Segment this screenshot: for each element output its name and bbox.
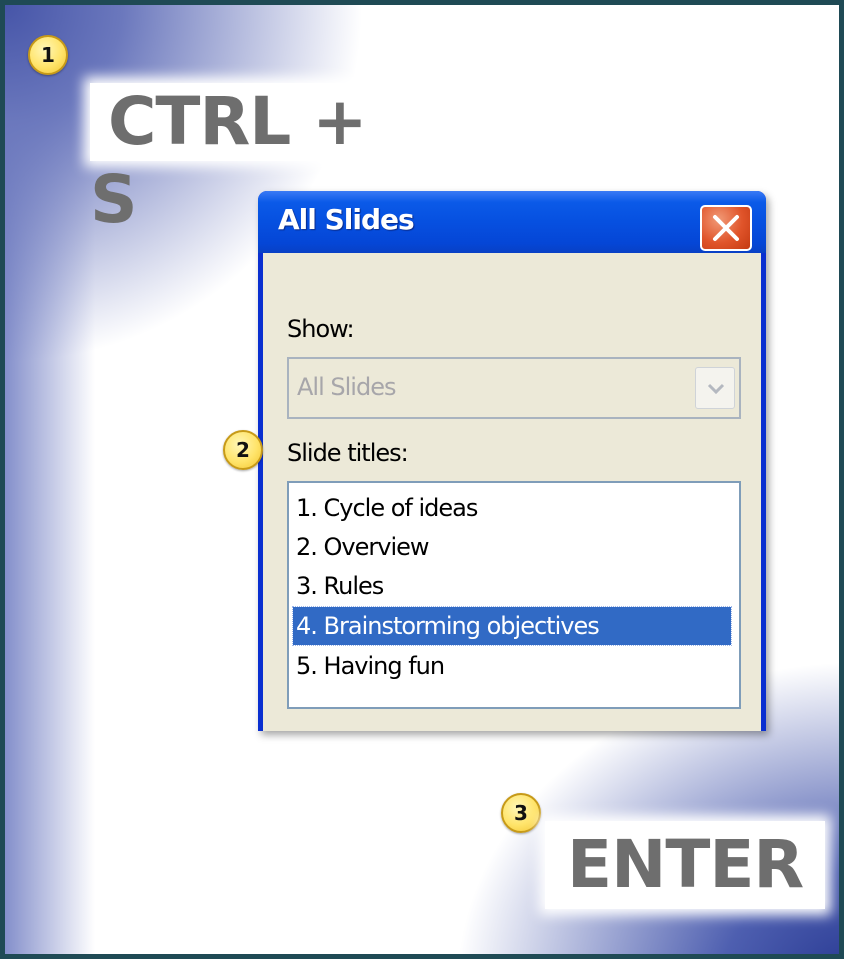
show-label: Show: — [287, 315, 355, 343]
all-slides-dialog: All Slides Show: All Slides Slide titles… — [258, 191, 766, 731]
slide-titles-label: Slide titles: — [287, 439, 409, 467]
close-button[interactable] — [700, 205, 752, 251]
dialog-titlebar[interactable]: All Slides — [258, 191, 766, 253]
slide-canvas: 1 CTRL + S All Slides Show: All Slides S — [5, 5, 839, 954]
list-item[interactable]: 5. Having fun — [293, 647, 445, 685]
list-item-selected[interactable]: 4. Brainstorming objectives — [292, 606, 732, 646]
step-badge-2: 2 — [223, 430, 263, 470]
list-item[interactable]: 2. Overview — [293, 528, 430, 566]
show-dropdown-button[interactable] — [695, 367, 735, 409]
list-item[interactable]: 3. Rules — [293, 567, 384, 605]
step-badge-3: 3 — [501, 793, 541, 833]
slide-titles-list[interactable]: 1. Cycle of ideas 2. Overview 3. Rules 4… — [287, 481, 741, 709]
step-badge-1: 1 — [28, 35, 68, 75]
dialog-body: Show: All Slides Slide titles: 1. Cycle … — [263, 253, 761, 731]
shortcut-enter: ENTER — [545, 821, 825, 909]
show-dropdown-value: All Slides — [297, 373, 396, 401]
list-item[interactable]: 1. Cycle of ideas — [293, 489, 478, 527]
close-icon — [713, 215, 739, 241]
shortcut-ctrl-s: CTRL + S — [90, 83, 435, 238]
show-dropdown[interactable]: All Slides — [287, 357, 741, 419]
chevron-down-icon — [707, 383, 725, 395]
dialog-title: All Slides — [278, 203, 415, 236]
